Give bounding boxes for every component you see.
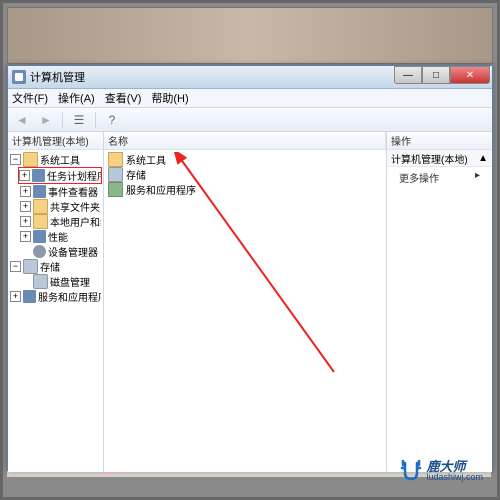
list-item[interactable]: 服务和应用程序: [106, 182, 384, 197]
menu-view[interactable]: 查看(V): [105, 90, 142, 106]
watermark: 鹿大师 ludashiwj.com: [399, 459, 483, 483]
column-name[interactable]: 名称: [104, 132, 386, 149]
expand-icon[interactable]: +: [10, 291, 21, 302]
menu-help[interactable]: 帮助(H): [151, 90, 188, 106]
window-title: 计算机管理: [30, 69, 85, 85]
app-icon: [33, 185, 46, 198]
tree-node-system-tools[interactable]: − 系统工具: [8, 152, 103, 167]
expand-icon[interactable]: −: [10, 261, 21, 272]
expand-icon[interactable]: +: [20, 231, 31, 242]
folder-icon: [23, 152, 38, 167]
list-item[interactable]: 存储: [106, 167, 384, 182]
app-icon: [12, 70, 26, 84]
folder-icon: [108, 152, 123, 167]
toolbar: ◄ ► ☰ ?: [8, 108, 492, 132]
menu-file[interactable]: 文件(F): [12, 90, 48, 106]
expand-icon[interactable]: +: [20, 201, 31, 212]
separator: [62, 112, 63, 128]
properties-button[interactable]: ☰: [69, 111, 89, 129]
actions-group[interactable]: 计算机管理(本地) ▲: [387, 150, 492, 167]
back-button[interactable]: ◄: [12, 111, 32, 129]
menubar: 文件(F) 操作(A) 查看(V) 帮助(H): [8, 89, 492, 108]
titlebar[interactable]: 计算机管理 — □ ✕: [8, 66, 492, 89]
actions-more[interactable]: 更多操作 ▸: [387, 167, 492, 188]
services-icon: [23, 290, 36, 303]
tree-panel: 计算机管理(本地) − 系统工具 + 任务计划程序 +: [8, 132, 104, 472]
actions-header: 操作: [387, 132, 492, 150]
chevron-right-icon: ▸: [475, 170, 480, 181]
services-icon: [108, 182, 123, 197]
watermark-url: ludashiwj.com: [426, 473, 483, 482]
folder-icon: [33, 199, 48, 214]
actions-group-label: 计算机管理(本地): [391, 151, 468, 166]
list-item[interactable]: 系统工具: [106, 152, 384, 167]
storage-icon: [108, 167, 123, 182]
tree-node-shared-folders[interactable]: + 共享文件夹: [8, 199, 103, 214]
background-photo: [7, 7, 493, 64]
tree-node-task-scheduler[interactable]: + 任务计划程序: [18, 167, 102, 184]
menu-action[interactable]: 操作(A): [58, 90, 95, 106]
tree-node-storage[interactable]: − 存储: [8, 259, 103, 274]
expand-icon[interactable]: −: [10, 154, 21, 165]
maximize-button[interactable]: □: [422, 66, 450, 84]
tree-node-device-manager[interactable]: 设备管理器: [8, 244, 103, 259]
tree-node-disk-mgmt[interactable]: 磁盘管理: [8, 274, 103, 289]
disk-icon: [33, 274, 48, 289]
list-panel: 名称 系统工具 存储 服务和应用程序: [104, 132, 387, 472]
tree-node-local-users[interactable]: + 本地用户和组: [8, 214, 103, 229]
forward-button[interactable]: ►: [36, 111, 56, 129]
list-header: 名称: [104, 132, 386, 150]
close-button[interactable]: ✕: [450, 66, 490, 84]
separator: [95, 112, 96, 128]
storage-icon: [23, 259, 38, 274]
gear-icon: [33, 245, 46, 258]
main-window: 计算机管理 — □ ✕ 文件(F) 操作(A) 查看(V) 帮助(H) ◄ ► …: [7, 65, 493, 471]
minimize-button[interactable]: —: [394, 66, 422, 84]
tree-node-event-viewer[interactable]: + 事件查看器: [8, 184, 103, 199]
chevron-up-icon: ▲: [478, 153, 488, 164]
help-button[interactable]: ?: [102, 111, 122, 129]
actions-panel: 操作 计算机管理(本地) ▲ 更多操作 ▸: [387, 132, 492, 472]
clock-icon: [32, 169, 45, 182]
tree-node-services[interactable]: + 服务和应用程序: [8, 289, 103, 304]
folder-icon: [33, 214, 48, 229]
tree-node-performance[interactable]: + 性能: [8, 229, 103, 244]
expand-icon[interactable]: +: [19, 170, 30, 181]
expand-icon[interactable]: +: [20, 186, 31, 197]
logo-icon: [399, 459, 423, 483]
perf-icon: [33, 230, 46, 243]
tree-header: 计算机管理(本地): [8, 132, 103, 150]
expand-icon[interactable]: +: [20, 216, 31, 227]
